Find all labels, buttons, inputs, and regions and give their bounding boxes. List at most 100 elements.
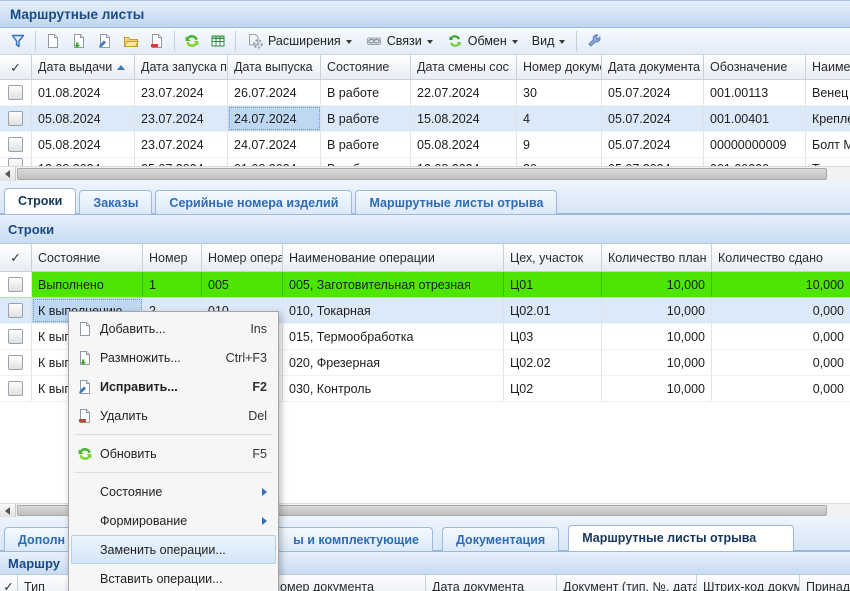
- horizontal-scrollbar[interactable]: [0, 166, 850, 181]
- table-row-done[interactable]: Выполнено 1 005 005, Заготовительная отр…: [0, 272, 850, 298]
- filter-button[interactable]: [5, 29, 31, 53]
- row-checkbox-cell[interactable]: [0, 132, 32, 157]
- checkbox[interactable]: [8, 137, 23, 152]
- cell[interactable]: 05.08.2024: [32, 132, 135, 157]
- cell[interactable]: 05.08.2024: [32, 106, 135, 131]
- cell[interactable]: 10,000: [602, 298, 712, 323]
- cell[interactable]: 30: [517, 80, 602, 105]
- cell[interactable]: 010, Токарная: [283, 298, 504, 323]
- cell[interactable]: 1: [143, 272, 202, 297]
- row-checkbox-cell[interactable]: [0, 376, 32, 401]
- column-header[interactable]: Дата выпуска: [228, 55, 321, 79]
- cell[interactable]: 001.00200: [704, 158, 806, 166]
- cell[interactable]: 23.07.2024: [135, 80, 228, 105]
- cell[interactable]: 01.08.2024: [32, 80, 135, 105]
- column-header[interactable]: Номер документа: [265, 575, 426, 591]
- tab-serial-numbers[interactable]: Серийные номера изделий: [155, 190, 352, 214]
- cell[interactable]: В работе: [321, 106, 411, 131]
- column-header[interactable]: Количество план: [602, 244, 712, 271]
- column-header[interactable]: Принадлеж: [800, 575, 850, 591]
- cell[interactable]: Ц03: [504, 324, 602, 349]
- row-checkbox-cell[interactable]: [0, 80, 32, 105]
- column-header[interactable]: Количество сдано: [712, 244, 850, 271]
- column-header[interactable]: Документ (тип, №, дата): [557, 575, 697, 591]
- table-row[interactable]: 01.08.2024 23.07.2024 26.07.2024 В работ…: [0, 80, 850, 106]
- cell[interactable]: 030, Контроль: [283, 376, 504, 401]
- column-header[interactable]: Номер опера: [202, 244, 283, 271]
- exchange-menu[interactable]: Обмен: [440, 29, 525, 53]
- tab-tearoff-sheets[interactable]: Маршрутные листы отрыва: [568, 525, 794, 551]
- column-header[interactable]: Состояние: [32, 244, 143, 271]
- open-button[interactable]: [118, 29, 144, 53]
- scroll-left-button[interactable]: [0, 504, 16, 517]
- cell[interactable]: Термо: [806, 158, 850, 166]
- cell[interactable]: 001.00401: [704, 106, 806, 131]
- menu-item-state[interactable]: Состояние: [71, 477, 276, 506]
- menu-item-replace-operations[interactable]: Заменить операции...: [71, 535, 276, 564]
- row-checkbox-cell[interactable]: [0, 106, 32, 131]
- row-checkbox-cell[interactable]: [0, 272, 32, 297]
- add-button[interactable]: [40, 29, 66, 53]
- check-column-header[interactable]: ✓: [0, 575, 18, 591]
- duplicate-button[interactable]: [66, 29, 92, 53]
- row-checkbox-cell[interactable]: [0, 324, 32, 349]
- checkbox[interactable]: [8, 277, 23, 292]
- cell[interactable]: Выполнено: [32, 272, 143, 297]
- cell[interactable]: 12.08.2024: [411, 158, 517, 166]
- cell[interactable]: 9: [517, 132, 602, 157]
- checkbox[interactable]: [8, 329, 23, 344]
- cell[interactable]: Болт М1: [806, 132, 850, 157]
- cell[interactable]: 0,000: [712, 298, 850, 323]
- cell[interactable]: Венец ч: [806, 80, 850, 105]
- focused-cell[interactable]: 24.07.2024: [228, 106, 321, 131]
- checkbox[interactable]: [8, 381, 23, 396]
- cell[interactable]: 26.07.2024: [228, 80, 321, 105]
- cell[interactable]: Крепле: [806, 106, 850, 131]
- tab-tearoff-sheets[interactable]: Маршрутные листы отрыва: [355, 190, 557, 214]
- cell[interactable]: 24.07.2024: [228, 132, 321, 157]
- cell[interactable]: 10,000: [602, 376, 712, 401]
- menu-item-add[interactable]: Добавить... Ins: [71, 314, 276, 343]
- column-header[interactable]: Состояние: [321, 55, 411, 79]
- cell[interactable]: 05.07.2024: [602, 158, 704, 166]
- checkbox[interactable]: [8, 111, 23, 126]
- column-header[interactable]: Дата запуска п: [135, 55, 228, 79]
- column-header[interactable]: Обозначение: [704, 55, 806, 79]
- column-header[interactable]: Дата выдачи: [32, 55, 135, 79]
- column-header[interactable]: Дата документа: [426, 575, 557, 591]
- cell[interactable]: В работе: [321, 158, 411, 166]
- table-row-clipped[interactable]: 12.08.2024 25.07.2024 01.08.2024 В работ…: [0, 158, 850, 166]
- cell[interactable]: 00000000009: [704, 132, 806, 157]
- cell[interactable]: 01.08.2024: [228, 158, 321, 166]
- cell[interactable]: 10,000: [602, 324, 712, 349]
- cell[interactable]: 05.07.2024: [602, 80, 704, 105]
- cell[interactable]: 23.07.2024: [135, 132, 228, 157]
- checkbox[interactable]: [8, 303, 23, 318]
- cell[interactable]: Ц02.02: [504, 350, 602, 375]
- cell[interactable]: 10,000: [712, 272, 850, 297]
- cell[interactable]: 25.07.2024: [135, 158, 228, 166]
- tab-orders[interactable]: Заказы: [79, 190, 152, 214]
- menu-item-edit[interactable]: Исправить... F2: [71, 372, 276, 401]
- column-header[interactable]: Номер: [143, 244, 202, 271]
- cell[interactable]: 15.08.2024: [411, 106, 517, 131]
- cell[interactable]: 23.07.2024: [135, 106, 228, 131]
- table-row[interactable]: 05.08.2024 23.07.2024 24.07.2024 В работ…: [0, 132, 850, 158]
- checkbox[interactable]: [8, 158, 23, 166]
- extensions-menu[interactable]: Расширения: [240, 29, 359, 53]
- list-output-button[interactable]: [205, 29, 231, 53]
- cell[interactable]: 4: [517, 106, 602, 131]
- menu-item-insert-operations[interactable]: Вставить операции...: [71, 564, 276, 591]
- checkbox[interactable]: [8, 85, 23, 100]
- links-menu[interactable]: Связи: [359, 29, 440, 53]
- cell[interactable]: 05.07.2024: [602, 132, 704, 157]
- cell[interactable]: 10,000: [602, 350, 712, 375]
- column-header[interactable]: Наименование операции: [283, 244, 504, 271]
- table-row-selected[interactable]: 05.08.2024 23.07.2024 24.07.2024 В работ…: [0, 106, 850, 132]
- tab-documentation[interactable]: Документация: [442, 527, 559, 551]
- menu-item-refresh[interactable]: Обновить F5: [71, 439, 276, 468]
- cell[interactable]: 22.07.2024: [411, 80, 517, 105]
- menu-item-formation[interactable]: Формирование: [71, 506, 276, 535]
- cell[interactable]: 005: [202, 272, 283, 297]
- cell[interactable]: Ц02.01: [504, 298, 602, 323]
